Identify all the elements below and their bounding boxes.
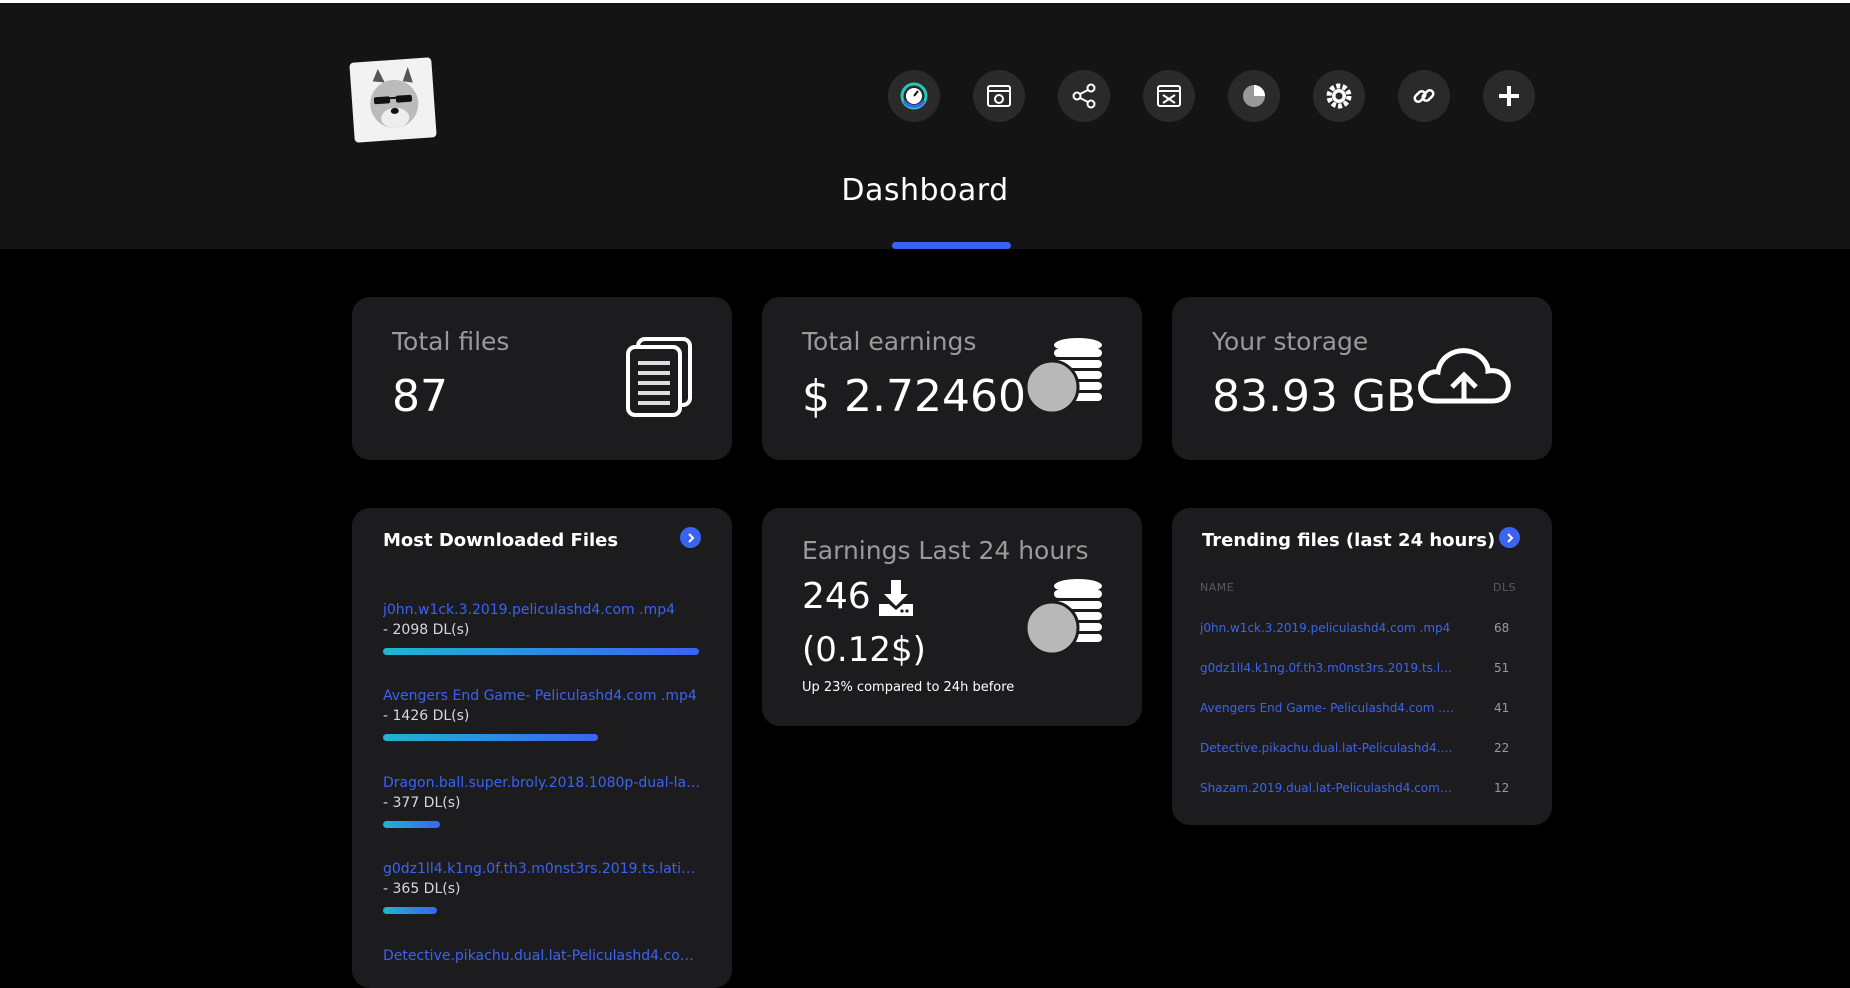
download-progress-bar xyxy=(383,907,437,914)
trending-dls: 22 xyxy=(1494,741,1510,755)
list-item: Detective.pikachu.dual.lat-Peliculashd4.… xyxy=(383,948,703,964)
nav-random[interactable] xyxy=(1143,70,1195,122)
documents-icon xyxy=(626,337,692,417)
nav-links[interactable] xyxy=(1398,70,1450,122)
download-count: - 377 DL(s) xyxy=(383,795,461,811)
trending-file-link[interactable]: Detective.pikachu.dual.lat-Peliculashd4.… xyxy=(1200,741,1455,755)
file-link[interactable]: Dragon.ball.super.broly.2018.1080p-dual-… xyxy=(383,775,703,791)
list-item: Dragon.ball.super.broly.2018.1080p-dual-… xyxy=(383,775,703,828)
plus-icon xyxy=(1499,86,1519,106)
file-link[interactable]: Detective.pikachu.dual.lat-Peliculashd4.… xyxy=(383,948,703,964)
nav-settings[interactable] xyxy=(1313,70,1365,122)
header: Dashboard xyxy=(0,3,1850,249)
nav-add[interactable] xyxy=(1483,70,1535,122)
file-link[interactable]: g0dz1ll4.k1ng.0f.th3.m0nst3rs.2019.ts.la… xyxy=(383,861,703,877)
earnings-24h-label: Earnings Last 24 hours xyxy=(802,536,1089,565)
trending-file-link[interactable]: g0dz1ll4.k1ng.0f.th3.m0nst3rs.2019.ts.la… xyxy=(1200,661,1455,675)
file-link[interactable]: j0hn.w1ck.3.2019.peliculashd4.com .mp4 xyxy=(383,602,703,618)
download-count: - 365 DL(s) xyxy=(383,881,461,897)
top-nav xyxy=(888,70,1535,122)
trending-file-link[interactable]: Avengers End Game- Peliculashd4.com .mp4 xyxy=(1200,701,1455,715)
link-icon xyxy=(1413,88,1435,104)
total-earnings-value: $ 2.72460 xyxy=(802,371,1026,422)
list-item: j0hn.w1ck.3.2019.peliculashd4.com .mp4 -… xyxy=(383,602,703,655)
trending-title: Trending files (last 24 hours) xyxy=(1202,530,1496,551)
download-progress-bar xyxy=(383,734,598,741)
total-files-card: Total files 87 xyxy=(352,297,732,460)
nav-file-manager[interactable] xyxy=(973,70,1025,122)
trending-file-link[interactable]: j0hn.w1ck.3.2019.peliculashd4.com .mp4 xyxy=(1200,621,1455,635)
download-progress-bar xyxy=(383,648,699,655)
settings-gear-icon xyxy=(1326,83,1352,109)
dashboard-gauge-icon xyxy=(900,82,928,110)
nav-share[interactable] xyxy=(1058,70,1110,122)
storage-label: Your storage xyxy=(1212,327,1369,356)
earnings-24h-note: Up 23% compared to 24h before xyxy=(802,680,1015,695)
trending-more-button[interactable] xyxy=(1499,527,1520,548)
doge-logo[interactable] xyxy=(349,57,437,143)
page-title: Dashboard xyxy=(841,173,1009,208)
total-earnings-card: Total earnings $ 2.72460 xyxy=(762,297,1142,460)
storage-value: 83.93 GB xyxy=(1212,371,1417,422)
nav-dashboard[interactable] xyxy=(888,70,940,122)
nav-stats[interactable] xyxy=(1228,70,1280,122)
file-link[interactable]: Avengers End Game- Peliculashd4.com .mp4 xyxy=(383,688,703,704)
cloud-upload-icon xyxy=(1418,348,1511,404)
earnings-24h-money: (0.12$) xyxy=(802,630,926,670)
random-icon xyxy=(1157,85,1181,107)
coins-icon xyxy=(1024,338,1102,415)
storage-card: Your storage 83.93 GB xyxy=(1172,297,1552,460)
column-header-name: NAME xyxy=(1200,581,1235,594)
download-count: - 2098 DL(s) xyxy=(383,622,470,638)
chevron-right-icon xyxy=(1506,532,1513,543)
pie-chart-icon xyxy=(1243,85,1265,107)
trending-panel: Trending files (last 24 hours) NAME DLS … xyxy=(1172,508,1552,825)
trending-dls: 68 xyxy=(1494,621,1510,635)
title-underline xyxy=(892,242,1011,249)
list-item: Avengers End Game- Peliculashd4.com .mp4… xyxy=(383,688,703,741)
column-header-dls: DLS xyxy=(1493,581,1517,594)
download-icon xyxy=(879,580,913,616)
coins-icon xyxy=(1024,579,1102,656)
list-item: g0dz1ll4.k1ng.0f.th3.m0nst3rs.2019.ts.la… xyxy=(383,861,703,914)
trending-dls: 41 xyxy=(1494,701,1510,715)
file-manager-icon xyxy=(987,85,1011,107)
chevron-right-icon xyxy=(687,532,694,543)
earnings-24h-card: Earnings Last 24 hours 246 (0.12$) Up 23… xyxy=(762,508,1142,726)
share-icon xyxy=(1072,83,1096,109)
download-progress-bar xyxy=(383,821,440,828)
trending-dls: 12 xyxy=(1494,781,1510,795)
total-files-value: 87 xyxy=(392,371,448,422)
most-downloaded-panel: Most Downloaded Files j0hn.w1ck.3.2019.p… xyxy=(352,508,732,988)
earnings-24h-downloads: 246 xyxy=(802,576,871,617)
trending-dls: 51 xyxy=(1494,661,1510,675)
most-downloaded-title: Most Downloaded Files xyxy=(383,530,619,551)
most-downloaded-more-button[interactable] xyxy=(680,527,701,548)
total-earnings-label: Total earnings xyxy=(802,327,977,356)
total-files-label: Total files xyxy=(392,327,510,356)
download-count: - 1426 DL(s) xyxy=(383,708,470,724)
trending-file-link[interactable]: Shazam.2019.dual.lat-Peliculashd4.com.mp… xyxy=(1200,781,1455,795)
